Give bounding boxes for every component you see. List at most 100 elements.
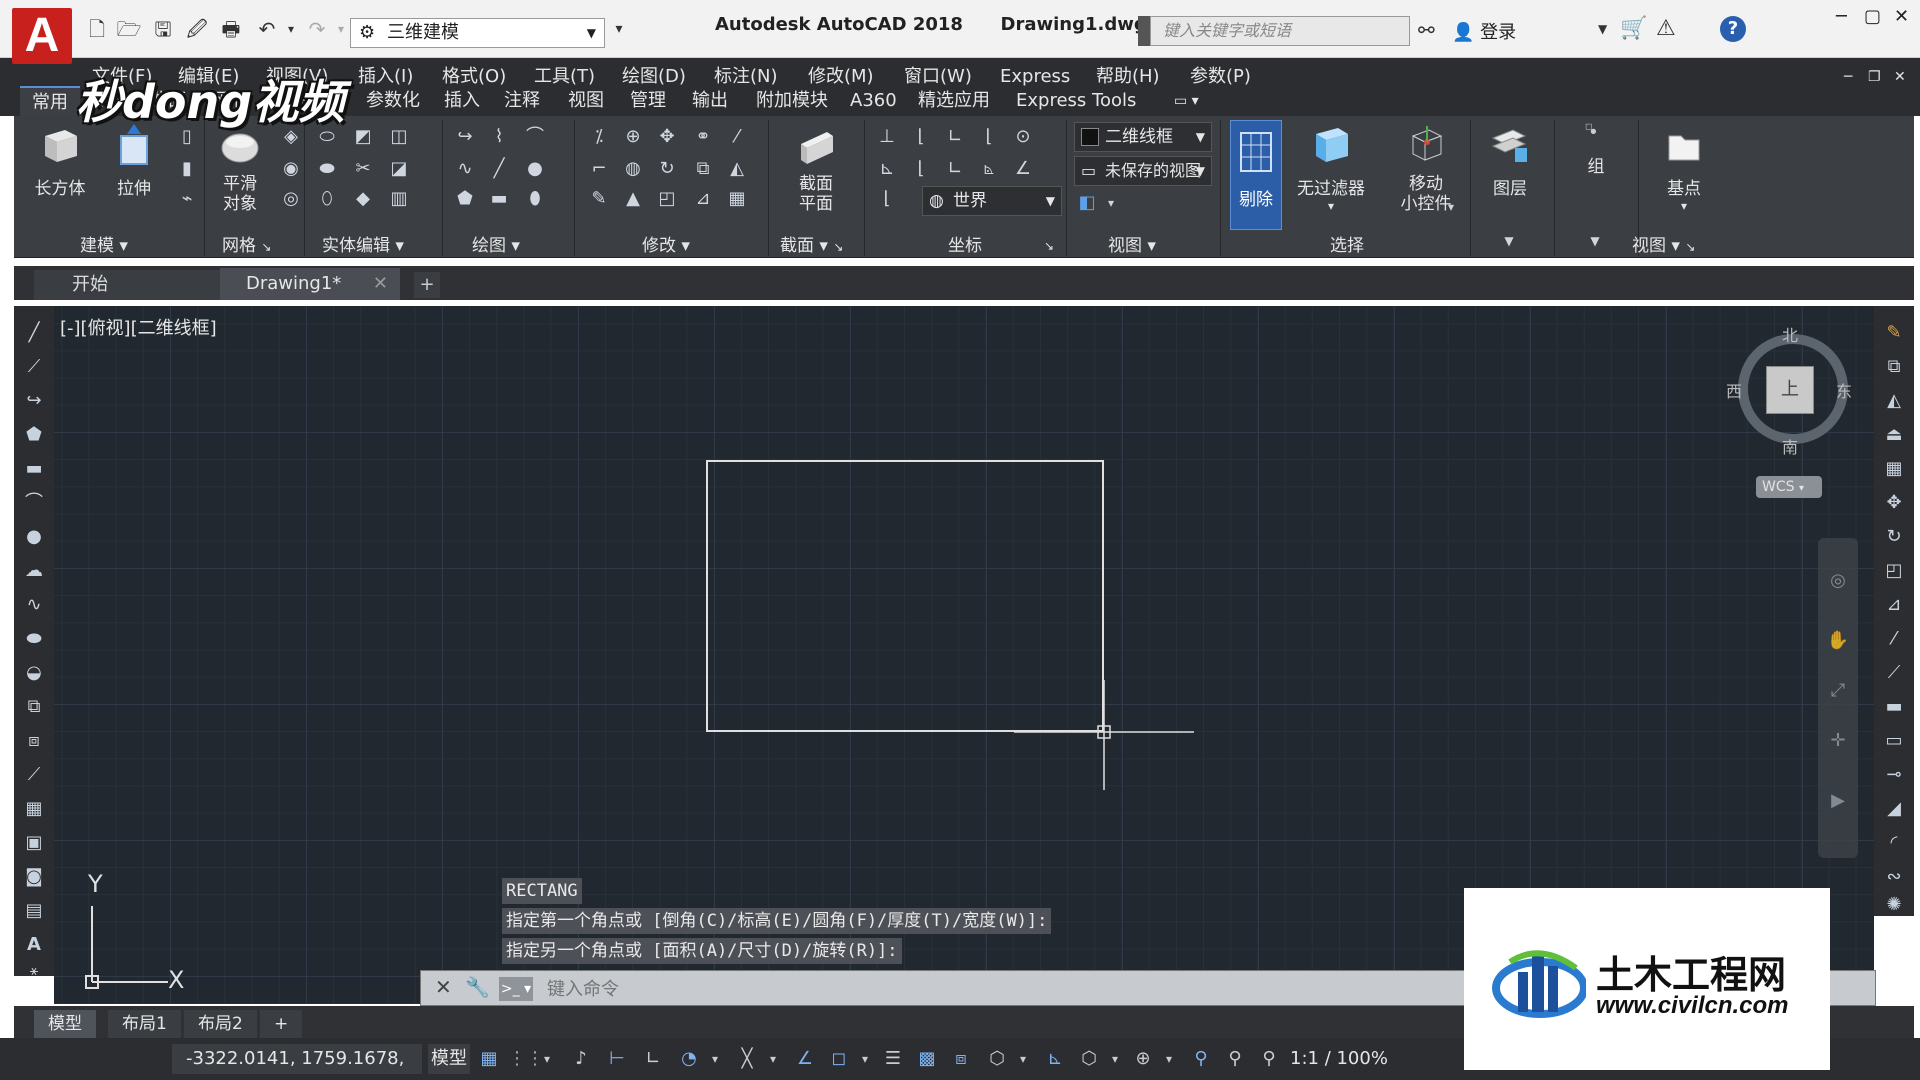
object-snap-icon[interactable]: ◻ (826, 1046, 852, 1072)
basepoint-button[interactable]: 基点 ▾ (1648, 122, 1720, 213)
stretch-icon[interactable]: ⊿ (690, 186, 716, 212)
make-block-icon[interactable]: ⧈ (21, 728, 47, 754)
chevron-down-icon[interactable]: ▾ (1438, 194, 1464, 220)
array-icon[interactable]: ▦ (1881, 456, 1907, 482)
scale-icon[interactable]: ◰ (1881, 558, 1907, 584)
mtext-icon[interactable]: A (21, 932, 47, 958)
break-icon[interactable]: ▭ (1881, 728, 1907, 754)
help-icon[interactable]: ? (1720, 16, 1746, 42)
save-as-icon[interactable]: 🖉 (184, 16, 210, 42)
snap-icon[interactable]: ⋮⋮ (508, 1046, 544, 1072)
fillet-icon[interactable]: ◜ (1881, 830, 1907, 856)
polar-tracking-icon[interactable]: ◔ (676, 1046, 702, 1072)
gradient-icon[interactable]: ▣ (21, 830, 47, 856)
separate-icon[interactable]: ▥ (386, 186, 412, 212)
tab-home[interactable]: 常用 (20, 86, 80, 116)
3d-move-icon[interactable]: ⊕ (620, 124, 646, 150)
gizmo-icon[interactable]: ⊕ (1130, 1046, 1156, 1072)
trim-icon[interactable]: ⁄ (1881, 626, 1907, 652)
mirror-icon[interactable]: ◭ (1881, 388, 1907, 414)
section-plane-button[interactable]: 截面 平面 (780, 122, 852, 214)
modeling-more-icon[interactable]: ⌁ (174, 186, 200, 212)
arc-icon[interactable]: ⌒ (522, 124, 548, 150)
fillet-icon[interactable]: ⌐ (586, 156, 612, 182)
ucs-object-icon[interactable]: ⌊ (908, 156, 934, 182)
tab-output[interactable]: 输出 (692, 86, 728, 116)
ucs-icon[interactable]: ⊥ (874, 124, 900, 150)
a360-icon[interactable]: ⚠ (1656, 16, 1676, 41)
minimize-icon[interactable]: ─ (1836, 6, 1847, 27)
line-icon[interactable]: ╱ (21, 320, 47, 346)
tab-manage[interactable]: 管理 (630, 86, 666, 116)
open-file-icon[interactable]: 🗁 (116, 16, 142, 42)
ucs-world-icon[interactable]: ⊙ (1010, 124, 1036, 150)
copy-icon[interactable]: ⧉ (690, 156, 716, 182)
ribbon-minimize-icon[interactable]: ▭ ▾ (1174, 86, 1199, 116)
dynamic-input-icon[interactable]: ⊢ (604, 1046, 630, 1072)
group-modeling[interactable]: 建模 ▾ (80, 234, 128, 258)
annotation-scale-value[interactable]: 1:1 / 100% (1290, 1046, 1388, 1072)
viewport-controls[interactable]: [-][俯视][二维线框] (60, 314, 217, 340)
chamfer-icon[interactable]: ◢ (1881, 796, 1907, 822)
circle-icon[interactable]: ● (522, 156, 548, 182)
customize-quick-access-icon[interactable]: ▾ (606, 16, 632, 42)
move-icon[interactable]: ✥ (1881, 490, 1907, 516)
erase-icon[interactable]: ✎ (586, 186, 612, 212)
tab-addins[interactable]: 附加模块 (756, 86, 828, 116)
command-prompt-icon[interactable]: >_ ▾ (499, 977, 533, 1001)
polygon-icon[interactable]: ⬟ (452, 186, 478, 212)
tab-model[interactable]: 模型 (34, 1010, 96, 1038)
coordinates-launcher-icon[interactable]: ↘ (1044, 234, 1054, 258)
culling-button[interactable]: 剔除 (1230, 120, 1282, 230)
polyline-icon[interactable]: ↪ (21, 388, 47, 414)
wrench-icon[interactable]: 🔧 (465, 975, 490, 999)
close-icon[interactable]: ✕ (373, 268, 388, 300)
no-filter-button[interactable]: 无过滤器 ▾ (1284, 122, 1378, 213)
chevron-down-icon[interactable]: ▼ (1496, 228, 1522, 254)
tab-start[interactable]: 开始 (34, 270, 224, 300)
break-at-point-icon[interactable]: ▬ (1881, 694, 1907, 720)
isodraft-icon[interactable]: ╳ (734, 1046, 760, 1072)
cart-icon[interactable]: 🛒 (1620, 16, 1647, 41)
viewcube-east[interactable]: 东 (1836, 378, 1852, 402)
new-layout-button[interactable]: + (260, 1010, 303, 1038)
named-view-select[interactable]: ▭ 未保存的视图 ▼ (1074, 156, 1212, 186)
lineweight-icon[interactable]: ☰ (880, 1046, 906, 1072)
circle-icon[interactable]: ● (21, 524, 47, 550)
move-icon[interactable]: ✥ (654, 124, 680, 150)
3d-object-snap-icon[interactable]: ⬡ (984, 1046, 1010, 1072)
group-mesh[interactable]: 网格 ↘ (222, 234, 271, 258)
sign-in-button[interactable]: 👤 登录 (1452, 18, 1516, 44)
new-tab-button[interactable]: + (414, 272, 440, 298)
model-space-button[interactable]: 模型 (428, 1044, 470, 1074)
group-modify[interactable]: 修改 ▾ (642, 234, 690, 258)
group-section[interactable]: 截面 ▾ ↘ (780, 234, 843, 258)
infer-constraints-icon[interactable]: ♪ (568, 1046, 594, 1072)
tab-a360[interactable]: A360 (850, 86, 897, 116)
layers-button[interactable]: 图层 (1474, 122, 1546, 199)
extract-edges-icon[interactable]: ◫ (386, 124, 412, 150)
array-icon[interactable]: ▦ (724, 186, 750, 212)
polygon-icon[interactable]: ⬟ (21, 422, 47, 448)
annotation-scale-icon[interactable]: ⚲ (1256, 1046, 1282, 1072)
chevron-down-icon[interactable]: ▾ (1098, 190, 1124, 216)
tab-featured-apps[interactable]: 精选应用 (918, 86, 990, 116)
selection-filter-icon[interactable]: ⬡ (1076, 1046, 1102, 1072)
tab-layout1[interactable]: 布局1 (108, 1010, 181, 1038)
rotate-icon[interactable]: ↻ (654, 156, 680, 182)
chevron-down-icon[interactable]: ▾ (852, 1046, 878, 1072)
new-file-icon[interactable]: 🗋 (84, 16, 110, 42)
tab-layout2[interactable]: 布局2 (184, 1010, 257, 1038)
ucs-3point-icon[interactable]: ∠ (1010, 156, 1036, 182)
intersect-icon[interactable]: ⬯ (314, 186, 340, 212)
group-button[interactable]: 组 (1560, 122, 1632, 177)
join-icon[interactable]: ⊸ (1881, 762, 1907, 788)
chevron-down-icon[interactable]: ▾ (534, 1046, 560, 1072)
chevron-down-icon[interactable]: ▾ (1156, 1046, 1182, 1072)
steering-wheel-icon[interactable]: ◎ (1825, 568, 1851, 594)
group-coordinates[interactable]: 坐标 (948, 234, 982, 258)
viewcube-south[interactable]: 南 (1782, 434, 1798, 458)
add-selected-icon[interactable]: ⚹ (21, 958, 47, 984)
workspace-select[interactable]: ⚙ 三维建模 ▼ (350, 18, 605, 48)
viewcube-top-face[interactable]: 上 (1766, 366, 1814, 414)
